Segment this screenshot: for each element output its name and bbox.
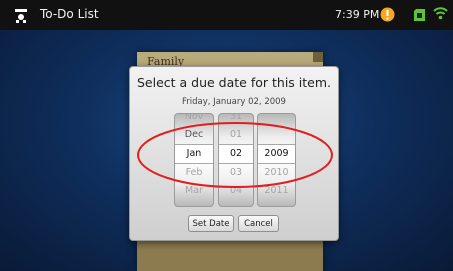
date-picker-dialog: Select a due date for this item. Friday,… [129, 66, 339, 241]
day-option[interactable]: 01 [219, 126, 253, 144]
month-option[interactable]: Feb [175, 164, 213, 182]
clock: 7:39 PM [335, 8, 380, 21]
day-spinner[interactable]: 31 01 02 03 04 [218, 113, 254, 207]
wifi-icon [433, 7, 448, 20]
month-option[interactable]: Mar [175, 182, 213, 200]
year-spinner[interactable]: 2009 2010 2011 [257, 113, 296, 207]
status-bar: To-Do List 7:39 PM [0, 0, 453, 30]
year-option[interactable]: 2011 [258, 182, 295, 200]
app-icon[interactable] [12, 6, 30, 24]
app-title: To-Do List [40, 7, 99, 21]
day-selected[interactable]: 02 [219, 144, 253, 164]
set-date-button[interactable]: Set Date [188, 215, 234, 232]
year-option[interactable]: 2010 [258, 164, 295, 182]
day-option[interactable]: 03 [219, 164, 253, 182]
month-selected[interactable]: Jan [175, 144, 213, 164]
cancel-button[interactable]: Cancel [238, 215, 279, 232]
dialog-title: Select a due date for this item. [136, 75, 331, 90]
notepad-corner [313, 52, 323, 62]
month-option[interactable]: Nov [175, 114, 213, 126]
year-selected[interactable]: 2009 [258, 144, 295, 164]
day-option[interactable]: 31 [219, 114, 253, 126]
sd-card-icon [414, 9, 425, 21]
month-option[interactable]: Dec [175, 126, 213, 144]
selected-date-label: Friday, January 02, 2009 [182, 97, 286, 107]
month-spinner[interactable]: Nov Dec Jan Feb Mar [174, 113, 214, 207]
day-option[interactable]: 04 [219, 182, 253, 200]
warning-icon[interactable] [380, 7, 395, 22]
